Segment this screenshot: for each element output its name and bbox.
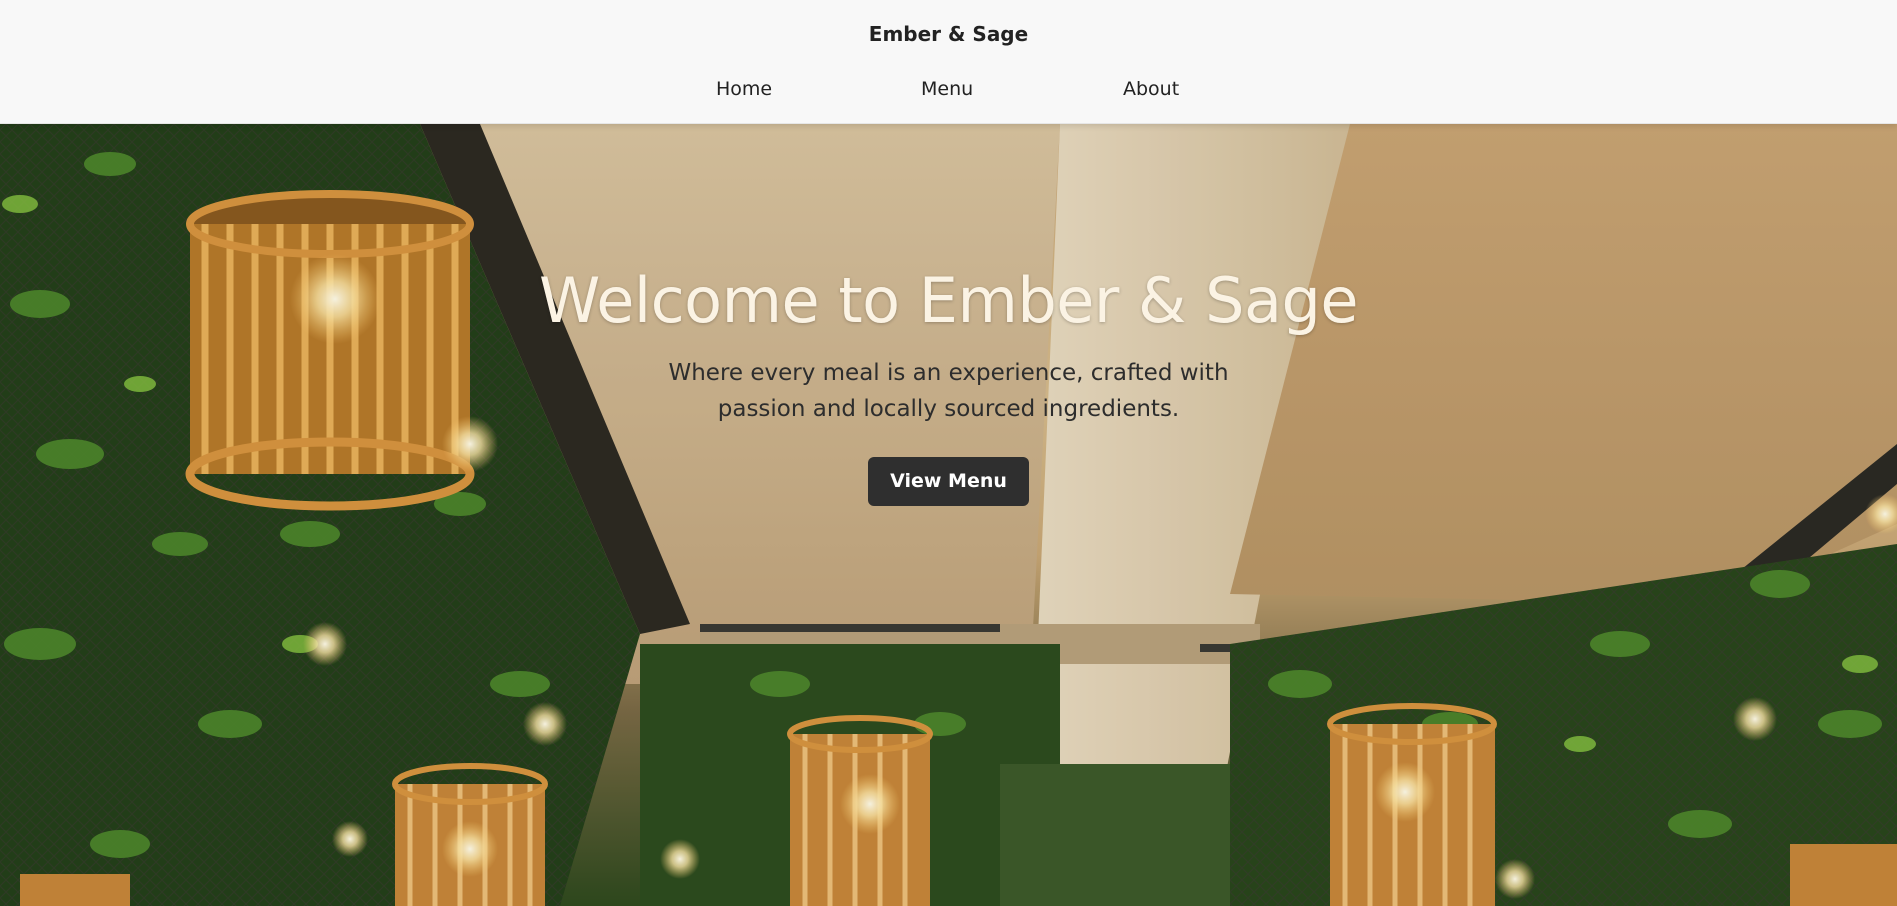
- site-header: Ember & Sage Home Menu About: [0, 0, 1897, 124]
- view-menu-button[interactable]: View Menu: [868, 457, 1029, 506]
- hero-content: Welcome to Ember & Sage Where every meal…: [0, 264, 1897, 506]
- main-nav: Home Menu About: [0, 78, 1897, 102]
- hero-section: Welcome to Ember & Sage Where every meal…: [0, 124, 1897, 906]
- nav-about-link[interactable]: About: [1123, 78, 1179, 100]
- hero-title: Welcome to Ember & Sage: [539, 264, 1358, 337]
- hero-background-image: [0, 124, 1897, 906]
- brand-logo[interactable]: Ember & Sage: [0, 22, 1897, 46]
- nav-menu-link[interactable]: Menu: [921, 78, 973, 100]
- nav-home-link[interactable]: Home: [716, 78, 772, 100]
- hero-subtitle: Where every meal is an experience, craft…: [668, 360, 1229, 422]
